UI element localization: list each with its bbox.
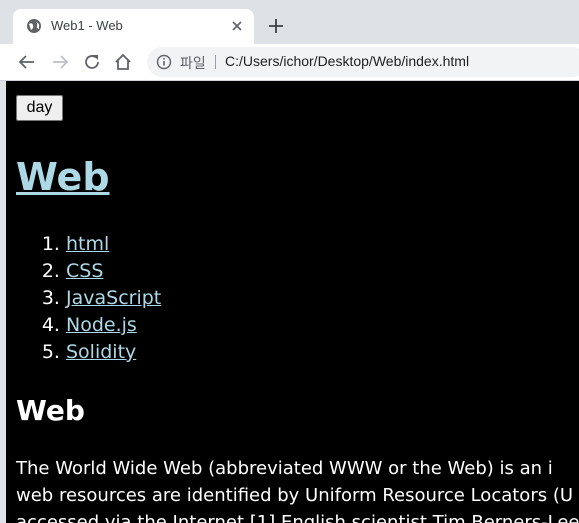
- nav-list-item: JavaScript: [66, 285, 161, 312]
- page-title-link[interactable]: Web: [16, 155, 110, 199]
- paragraph-line: The World Wide Web (abbreviated WWW or t…: [16, 458, 553, 479]
- home-icon[interactable]: [112, 51, 134, 73]
- day-toggle-button[interactable]: day: [16, 95, 63, 121]
- nav-link-css[interactable]: CSS: [66, 260, 103, 282]
- body-paragraph: The World Wide Web (abbreviated WWW or t…: [16, 455, 579, 523]
- url-text[interactable]: C:/Users/ichor/Desktop/Web/index.html: [225, 53, 469, 69]
- reload-icon[interactable]: [81, 51, 103, 73]
- nav-list-item: CSS: [66, 258, 161, 285]
- nav-link-javascript[interactable]: JavaScript: [66, 287, 161, 309]
- nav-list: html CSS JavaScript Node.js Solidity: [16, 231, 161, 366]
- plus-icon[interactable]: [265, 15, 287, 37]
- browser-window: Web1 - Web 파일 C:/Users/ichor/Desktop/Web…: [0, 0, 579, 523]
- url-separator: [215, 55, 216, 69]
- tab-strip: Web1 - Web: [0, 0, 579, 44]
- browser-toolbar: 파일 C:/Users/ichor/Desktop/Web/index.html: [0, 44, 579, 81]
- page-viewport: day Web html CSS JavaScript Node.js Soli…: [6, 81, 579, 523]
- nav-list-item: Node.js: [66, 312, 161, 339]
- scheme-label: 파일: [180, 56, 206, 72]
- nav-list-item: Solidity: [66, 339, 161, 366]
- page-title: Web: [16, 155, 110, 199]
- paragraph-line: web resources are identified by Uniform …: [16, 485, 574, 506]
- nav-link-solidity[interactable]: Solidity: [66, 341, 136, 363]
- nav-link-nodejs[interactable]: Node.js: [66, 314, 137, 336]
- nav-list-item: html: [66, 231, 161, 258]
- info-icon[interactable]: [156, 54, 172, 70]
- globe-icon: [27, 19, 41, 33]
- close-icon[interactable]: [230, 19, 244, 33]
- tab-title: Web1 - Web: [51, 18, 123, 33]
- forward-arrow-icon[interactable]: [49, 51, 71, 73]
- nav-link-html[interactable]: html: [66, 233, 109, 255]
- section-heading: Web: [16, 394, 85, 427]
- browser-tab[interactable]: Web1 - Web: [13, 9, 254, 44]
- back-arrow-icon[interactable]: [16, 51, 38, 73]
- paragraph-line: accessed via the Internet.[1] English sc…: [16, 512, 579, 523]
- address-bar[interactable]: 파일 C:/Users/ichor/Desktop/Web/index.html: [147, 47, 579, 77]
